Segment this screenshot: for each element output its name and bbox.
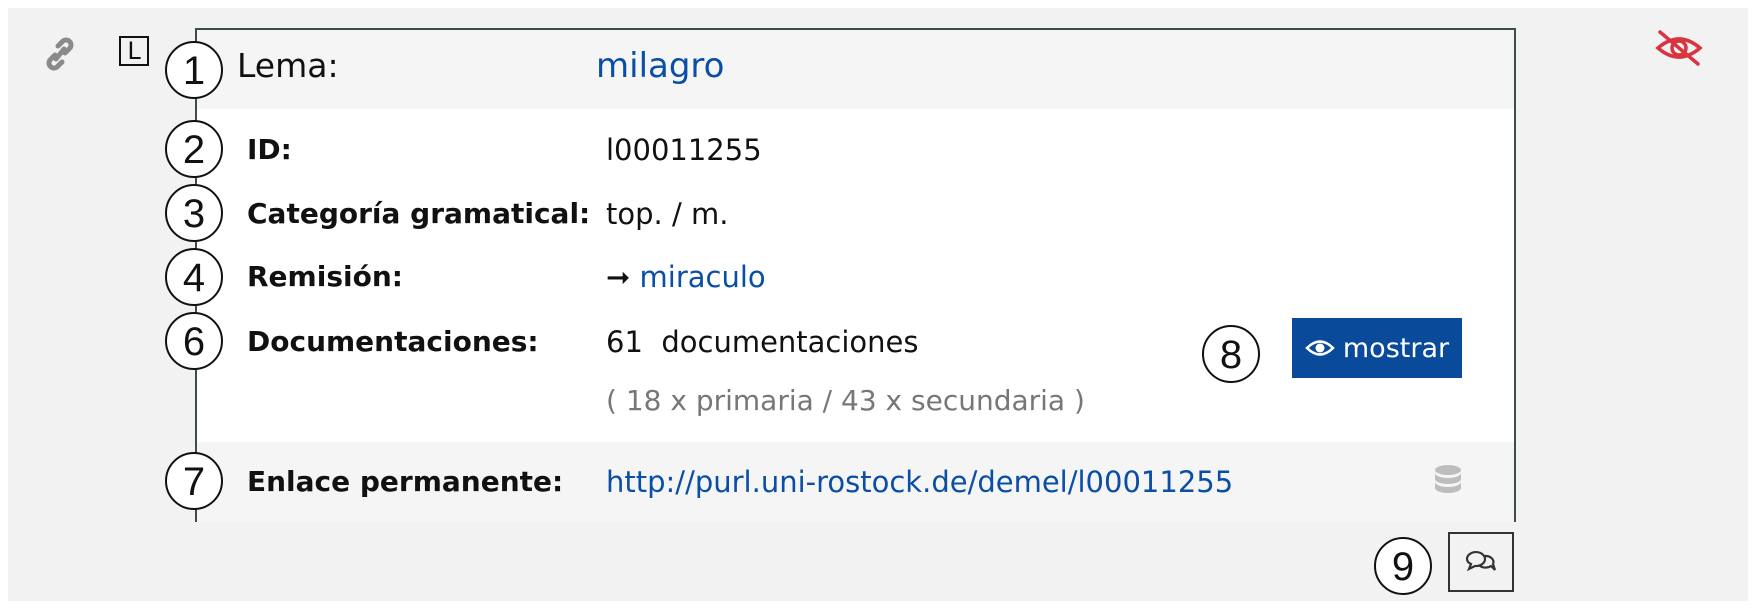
category-value: top. / m.	[606, 197, 729, 231]
doc-count: 61	[606, 325, 643, 359]
annotation-3: 3	[165, 184, 223, 242]
lemma-value[interactable]: milagro	[596, 44, 724, 88]
doc-breakdown: ( 18 x primaria / 43 x secundaria )	[606, 384, 1085, 417]
documentaciones-value: 61 documentaciones	[606, 324, 919, 360]
comments-button[interactable]	[1448, 532, 1514, 592]
database-icon	[1435, 465, 1461, 493]
id-value: l00011255	[606, 133, 762, 167]
annotation-4: 4	[165, 248, 223, 306]
category-label: Categoría gramatical:	[247, 197, 591, 230]
annotation-6: 6	[165, 312, 223, 370]
permalink-url[interactable]: http://purl.uni-rostock.de/demel/l000112…	[606, 464, 1233, 500]
permalink-label: Enlace permanente:	[247, 465, 564, 498]
remision-link[interactable]: miraculo	[640, 260, 766, 294]
arrow-right-icon: ➞	[606, 260, 631, 294]
comments-icon	[1465, 550, 1497, 572]
lemma-marker: L	[119, 36, 149, 66]
eye-icon	[1305, 340, 1335, 356]
remision-value-row: ➞ miraculo	[606, 259, 766, 295]
documentaciones-label: Documentaciones:	[247, 325, 539, 358]
lemma-label: Lema:	[237, 46, 339, 85]
annotation-2: 2	[165, 120, 223, 178]
lemma-row	[197, 30, 1514, 109]
annotation-8: 8	[1202, 325, 1260, 383]
show-button-label: mostrar	[1342, 332, 1450, 364]
link-icon[interactable]	[44, 36, 76, 72]
doc-unit: documentaciones	[661, 325, 919, 359]
id-label: ID:	[247, 133, 292, 166]
eye-off-icon[interactable]	[1654, 28, 1704, 68]
annotation-7: 7	[165, 452, 223, 510]
annotation-1: 1	[165, 41, 223, 99]
annotation-9: 9	[1374, 537, 1432, 595]
show-button[interactable]: mostrar	[1292, 318, 1462, 378]
remision-label: Remisión:	[247, 260, 403, 293]
